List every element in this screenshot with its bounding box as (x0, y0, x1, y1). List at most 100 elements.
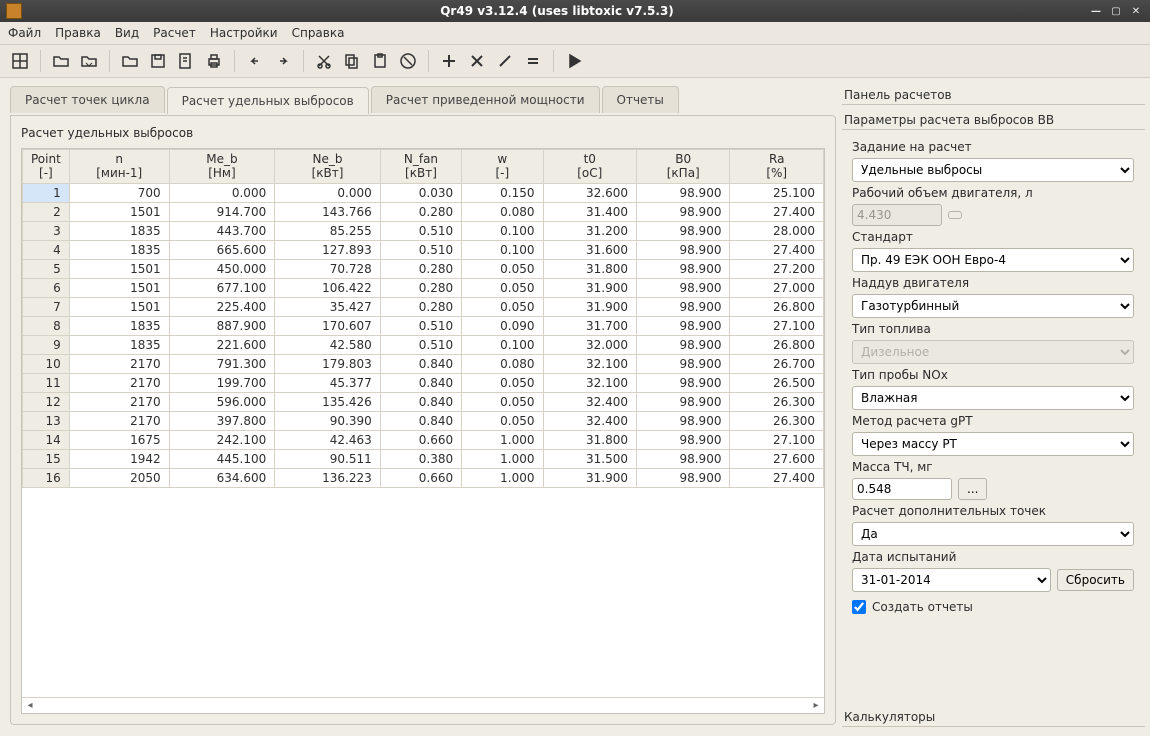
clear-icon[interactable] (396, 49, 420, 73)
table-cell[interactable]: 2170 (69, 411, 169, 430)
scroll-left-icon[interactable]: ◂ (22, 700, 38, 711)
task-select[interactable]: Удельные выбросы (852, 158, 1134, 182)
table-cell[interactable]: 1501 (69, 278, 169, 297)
table-cell[interactable]: 27.400 (730, 240, 824, 259)
table-cell[interactable]: 106.422 (275, 278, 381, 297)
table-row[interactable]: 132170397.80090.3900.8400.05032.40098.90… (23, 411, 824, 430)
menu-calc[interactable]: Расчет (153, 26, 196, 40)
table-cell[interactable]: 221.600 (169, 335, 275, 354)
table-cell[interactable]: 0.280 (380, 259, 461, 278)
table-cell[interactable]: 0.150 (462, 183, 543, 202)
table-cell[interactable]: 0.510 (380, 335, 461, 354)
table-cell[interactable]: 225.400 (169, 297, 275, 316)
data-table[interactable]: Point[-]n[мин-1]Me_b[Нм]Ne_b[кВт]N_fan[к… (22, 149, 824, 488)
table-cell[interactable]: 0.840 (380, 354, 461, 373)
table-cell[interactable]: 0.050 (462, 392, 543, 411)
table-cell[interactable]: 98.900 (637, 259, 730, 278)
table-cell[interactable]: 887.900 (169, 316, 275, 335)
close-button[interactable]: ✕ (1128, 4, 1144, 18)
table-cell[interactable]: 914.700 (169, 202, 275, 221)
table-cell[interactable]: 31.200 (543, 221, 636, 240)
create-reports-checkbox[interactable] (852, 600, 866, 614)
table-cell[interactable]: 0.030 (380, 183, 461, 202)
table-cell[interactable]: 791.300 (169, 354, 275, 373)
export-icon[interactable] (174, 49, 198, 73)
table-cell[interactable]: 0.090 (462, 316, 543, 335)
table-cell[interactable]: 98.900 (637, 449, 730, 468)
table-cell[interactable]: 31.500 (543, 449, 636, 468)
table-cell[interactable]: 27.100 (730, 316, 824, 335)
table-cell[interactable]: 2170 (69, 354, 169, 373)
plus-icon[interactable] (437, 49, 461, 73)
table-cell[interactable]: 8 (23, 316, 70, 335)
cut-icon[interactable] (312, 49, 336, 73)
menu-settings[interactable]: Настройки (210, 26, 278, 40)
column-header[interactable]: n[мин-1] (69, 150, 169, 184)
paste-icon[interactable] (368, 49, 392, 73)
table-cell[interactable]: 0.510 (380, 240, 461, 259)
save-disk-icon[interactable] (146, 49, 170, 73)
table-cell[interactable]: 7 (23, 297, 70, 316)
open-folder-icon[interactable] (49, 49, 73, 73)
table-cell[interactable]: 0.660 (380, 430, 461, 449)
table-cell[interactable]: 0.000 (169, 183, 275, 202)
tab-reduced-power[interactable]: Расчет приведенной мощности (371, 86, 600, 113)
table-cell[interactable]: 0.280 (380, 297, 461, 316)
times-icon[interactable] (465, 49, 489, 73)
column-header[interactable]: B0[кПа] (637, 150, 730, 184)
table-cell[interactable]: 16 (23, 468, 70, 487)
table-cell[interactable]: 31.900 (543, 468, 636, 487)
table-cell[interactable]: 98.900 (637, 240, 730, 259)
table-cell[interactable]: 5 (23, 259, 70, 278)
table-cell[interactable]: 445.100 (169, 449, 275, 468)
column-header[interactable]: w[-] (462, 150, 543, 184)
table-cell[interactable]: 1.000 (462, 468, 543, 487)
table-cell[interactable]: 25.100 (730, 183, 824, 202)
column-header[interactable]: Point[-] (23, 150, 70, 184)
scroll-right-icon[interactable]: ▸ (808, 700, 824, 711)
table-cell[interactable]: 1.000 (462, 430, 543, 449)
table-cell[interactable]: 85.255 (275, 221, 381, 240)
table-cell[interactable]: 98.900 (637, 430, 730, 449)
table-cell[interactable]: 26.300 (730, 392, 824, 411)
table-cell[interactable]: 98.900 (637, 202, 730, 221)
table-cell[interactable]: 28.000 (730, 221, 824, 240)
boost-select[interactable]: Газотурбинный (852, 294, 1134, 318)
column-header[interactable]: Me_b[Нм] (169, 150, 275, 184)
table-cell[interactable]: 98.900 (637, 221, 730, 240)
table-cell[interactable]: 98.900 (637, 411, 730, 430)
save-folder-icon[interactable] (77, 49, 101, 73)
mass-input[interactable] (852, 478, 952, 500)
table-cell[interactable]: 0.840 (380, 373, 461, 392)
table-cell[interactable]: 27.100 (730, 430, 824, 449)
menu-edit[interactable]: Правка (55, 26, 101, 40)
menu-file[interactable]: Файл (8, 26, 41, 40)
table-cell[interactable]: 11 (23, 373, 70, 392)
column-header[interactable]: Ra[%] (730, 150, 824, 184)
open2-icon[interactable] (118, 49, 142, 73)
table-cell[interactable]: 26.500 (730, 373, 824, 392)
table-cell[interactable]: 1.000 (462, 449, 543, 468)
divide-icon[interactable] (493, 49, 517, 73)
table-cell[interactable]: 31.900 (543, 278, 636, 297)
table-cell[interactable]: 2 (23, 202, 70, 221)
table-cell[interactable]: 31.400 (543, 202, 636, 221)
table-cell[interactable]: 2050 (69, 468, 169, 487)
tab-reports[interactable]: Отчеты (602, 86, 679, 113)
table-row[interactable]: 21501914.700143.7660.2800.08031.40098.90… (23, 202, 824, 221)
table-cell[interactable]: 677.100 (169, 278, 275, 297)
table-row[interactable]: 71501225.40035.4270.2800.05031.90098.900… (23, 297, 824, 316)
table-cell[interactable]: 14 (23, 430, 70, 449)
maximize-button[interactable]: ▢ (1108, 4, 1124, 18)
table-cell[interactable]: 0.050 (462, 373, 543, 392)
table-row[interactable]: 31835443.70085.2550.5100.10031.20098.900… (23, 221, 824, 240)
table-row[interactable]: 51501450.00070.7280.2800.05031.80098.900… (23, 259, 824, 278)
table-cell[interactable]: 26.300 (730, 411, 824, 430)
table-cell[interactable]: 0.050 (462, 297, 543, 316)
table-cell[interactable]: 31.600 (543, 240, 636, 259)
tab-specific-emissions[interactable]: Расчет удельных выбросов (167, 87, 369, 114)
table-cell[interactable]: 0.510 (380, 316, 461, 335)
table-cell[interactable]: 0.050 (462, 411, 543, 430)
table-cell[interactable]: 0.050 (462, 278, 543, 297)
table-cell[interactable]: 700 (69, 183, 169, 202)
